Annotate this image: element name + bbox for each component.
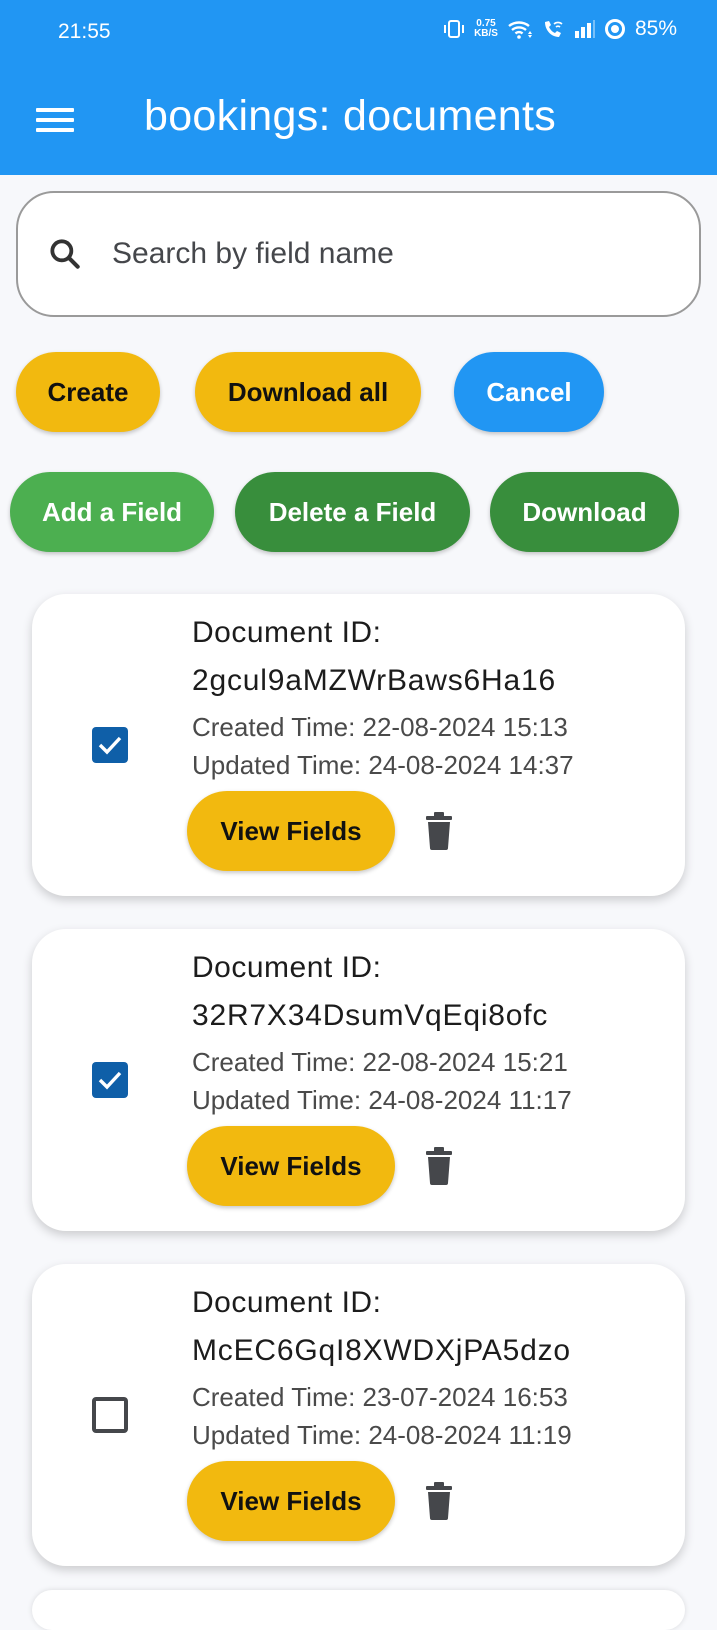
view-fields-button[interactable]: View Fields xyxy=(187,791,395,871)
select-checkbox[interactable] xyxy=(92,727,128,763)
status-time: 21:55 xyxy=(58,20,111,43)
document-id-label: Document ID: xyxy=(192,951,382,984)
battery-level: 85% xyxy=(634,17,677,40)
updated-time: Updated Time: 24-08-2024 14:37 xyxy=(192,750,574,780)
checkmark-icon xyxy=(98,736,122,755)
document-id-label: Document ID: xyxy=(192,616,382,649)
document-card-partial xyxy=(32,1590,685,1630)
toolbar: bookings: documents xyxy=(0,80,717,160)
created-time: Created Time: 22-08-2024 15:13 xyxy=(192,712,568,742)
delete-field-button[interactable]: Delete a Field xyxy=(235,472,470,552)
document-id-label: Document ID: xyxy=(192,1286,382,1319)
create-button[interactable]: Create xyxy=(16,352,160,432)
hamburger-menu-icon[interactable] xyxy=(36,108,74,132)
document-card: Document ID: 2gcul9aMZWrBaws6Ha16 Create… xyxy=(32,594,685,896)
document-card: Document ID: McEC6GqI8XWDXjPA5dzo Create… xyxy=(32,1264,685,1566)
search-input[interactable] xyxy=(112,229,672,279)
vibrate-icon xyxy=(444,20,465,38)
page-title: bookings: documents xyxy=(144,92,557,140)
document-id: 32R7X34DsumVqEqi8ofc xyxy=(192,999,549,1032)
view-fields-button[interactable]: View Fields xyxy=(187,1126,395,1206)
cancel-button[interactable]: Cancel xyxy=(454,352,604,432)
trash-icon[interactable] xyxy=(424,1147,454,1185)
trash-icon[interactable] xyxy=(424,812,454,850)
select-checkbox[interactable] xyxy=(92,1397,128,1433)
document-card: Document ID: 32R7X34DsumVqEqi8ofc Create… xyxy=(32,929,685,1231)
document-id: 2gcul9aMZWrBaws6Ha16 xyxy=(192,664,556,697)
view-fields-button[interactable]: View Fields xyxy=(187,1461,395,1541)
updated-time: Updated Time: 24-08-2024 11:19 xyxy=(192,1420,572,1450)
battery-ring-icon xyxy=(604,19,625,39)
search-field[interactable] xyxy=(16,191,701,317)
trash-icon[interactable] xyxy=(424,1482,454,1520)
status-icons: 0.75 KB/S 85% xyxy=(443,17,677,41)
search-icon xyxy=(50,239,80,269)
wifi-icon xyxy=(508,21,532,39)
status-bar: 21:55 0.75 KB/S 85% xyxy=(0,0,717,64)
created-time: Created Time: 23-07-2024 16:53 xyxy=(192,1382,568,1412)
checkmark-icon xyxy=(98,1071,122,1090)
download-button[interactable]: Download xyxy=(490,472,679,552)
updated-time: Updated Time: 24-08-2024 11:17 xyxy=(192,1085,572,1115)
wifi-calling-icon xyxy=(544,21,563,37)
select-checkbox[interactable] xyxy=(92,1062,128,1098)
add-field-button[interactable]: Add a Field xyxy=(10,472,214,552)
document-id: McEC6GqI8XWDXjPA5dzo xyxy=(192,1334,571,1367)
signal-icon xyxy=(574,20,595,38)
created-time: Created Time: 22-08-2024 15:21 xyxy=(192,1047,568,1077)
net-speed: 0.75 KB/S xyxy=(474,18,498,39)
app-bar: 21:55 0.75 KB/S 85% bookings: documents xyxy=(0,0,717,175)
download-all-button[interactable]: Download all xyxy=(195,352,421,432)
